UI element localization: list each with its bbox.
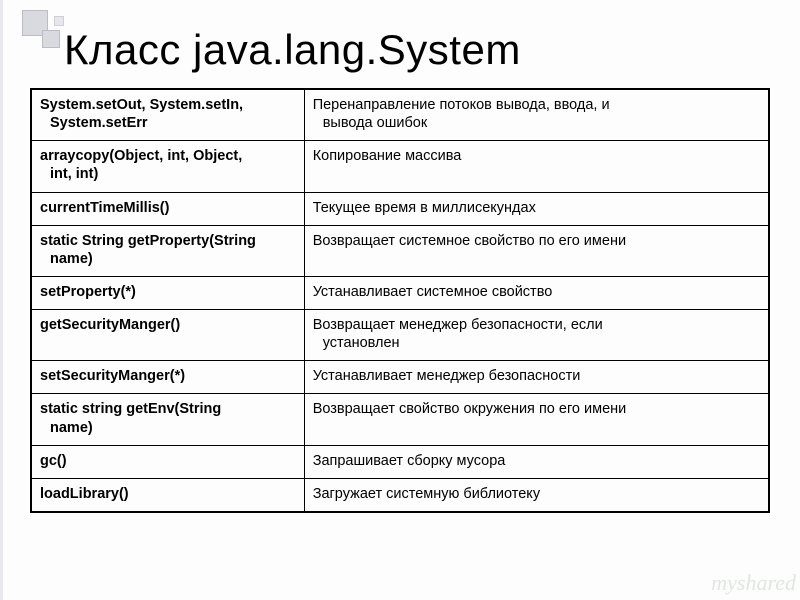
description-cell: Текущее время в миллисекундах bbox=[304, 192, 768, 225]
table-row: gc() Запрашивает сборку мусора bbox=[32, 445, 769, 478]
table-row: static string getEnv(String name) Возвра… bbox=[32, 394, 769, 445]
method-cell: setProperty(*) bbox=[32, 276, 305, 309]
table-row: currentTimeMillis() Текущее время в милл… bbox=[32, 192, 769, 225]
description-cell: Загружает системную библиотеку bbox=[304, 478, 768, 511]
description-cell: Возвращает менеджер безопасности, если у… bbox=[304, 310, 768, 361]
method-cell: currentTimeMillis() bbox=[32, 192, 305, 225]
description-cell: Возвращает свойство окружения по его име… bbox=[304, 394, 768, 445]
table-row: getSecurityManger() Возвращает менеджер … bbox=[32, 310, 769, 361]
description-cell: Устанавливает системное свойство bbox=[304, 276, 768, 309]
table-row: arraycopy(Object, int, Object, int, int)… bbox=[32, 141, 769, 192]
table-row: System.setOut, System.setIn, System.setE… bbox=[32, 90, 769, 141]
description-cell: Возвращает системное свойство по его име… bbox=[304, 225, 768, 276]
description-cell: Запрашивает сборку мусора bbox=[304, 445, 768, 478]
table-row: loadLibrary() Загружает системную библио… bbox=[32, 478, 769, 511]
table-row: setSecurityManger(*) Устанавливает менед… bbox=[32, 361, 769, 394]
decorative-sidebar bbox=[0, 0, 3, 600]
method-cell: getSecurityManger() bbox=[32, 310, 305, 361]
method-cell: arraycopy(Object, int, Object, int, int) bbox=[32, 141, 305, 192]
table-row: setProperty(*) Устанавливает системное с… bbox=[32, 276, 769, 309]
method-cell: setSecurityManger(*) bbox=[32, 361, 305, 394]
description-cell: Копирование массива bbox=[304, 141, 768, 192]
table-row: static String getProperty(String name) В… bbox=[32, 225, 769, 276]
slide-title: Класс java.lang.System bbox=[64, 26, 521, 74]
method-cell: gc() bbox=[32, 445, 305, 478]
method-cell: static String getProperty(String name) bbox=[32, 225, 305, 276]
system-class-table: System.setOut, System.setIn, System.setE… bbox=[30, 88, 770, 513]
description-cell: Перенаправление потоков вывода, ввода, и… bbox=[304, 90, 768, 141]
method-cell: static string getEnv(String name) bbox=[32, 394, 305, 445]
description-cell: Устанавливает менеджер безопасности bbox=[304, 361, 768, 394]
watermark: myshared bbox=[711, 570, 796, 596]
method-cell: System.setOut, System.setIn, System.setE… bbox=[32, 90, 305, 141]
method-cell: loadLibrary() bbox=[32, 478, 305, 511]
